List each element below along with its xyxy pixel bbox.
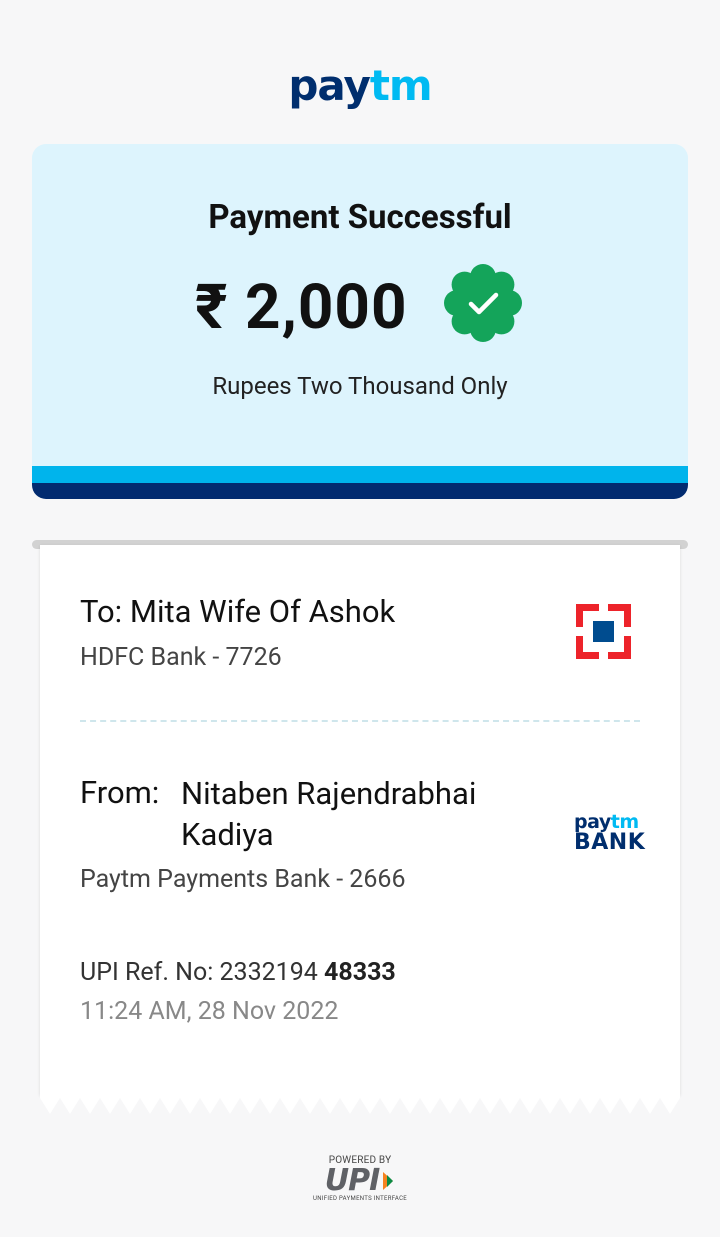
recipient-line: To: Mita Wife Of Ashok xyxy=(80,592,395,632)
upi-ref-suffix: 48333 xyxy=(324,958,396,987)
sender-name: Nitaben Rajendrabhai Kadiya xyxy=(181,775,477,853)
sender-bank: Paytm Payments Bank - 2666 xyxy=(80,865,406,894)
upi-arrow-icon xyxy=(383,1172,394,1190)
payment-status-title: Payment Successful xyxy=(208,198,512,237)
payment-amount: ₹ 2,000 xyxy=(195,271,408,344)
verified-check-icon xyxy=(444,264,522,342)
upi-reference: UPI Ref. No: 2332194 48333 xyxy=(80,957,396,989)
transaction-timestamp: 11:24 AM, 28 Nov 2022 xyxy=(80,997,339,1026)
upi-ref-prefix: 2332194 xyxy=(219,958,318,987)
paytm-logo: paytm xyxy=(0,58,720,114)
paytm-bank-logo-word: BANK xyxy=(574,830,646,855)
recipient-name: Mita Wife Of Ashok xyxy=(129,593,396,630)
upi-ref-label: UPI Ref. No: xyxy=(80,958,214,987)
paytm-bank-logo: paytm BANK xyxy=(574,813,646,855)
receipt-torn-edge xyxy=(40,1094,680,1114)
upi-full-name: UNIFIED PAYMENTS INTERFACE xyxy=(313,1195,407,1202)
upi-powered-by: POWERED BY UPI UNIFIED PAYMENTS INTERFAC… xyxy=(300,1155,420,1203)
card-stripe-light xyxy=(32,466,688,483)
recipient-label: To: xyxy=(80,593,123,630)
recipient-bank: HDFC Bank - 7726 xyxy=(80,643,282,672)
paytm-logo-tm: tm xyxy=(369,61,433,110)
upi-logo-text: UPI xyxy=(324,1163,381,1198)
upi-logo: UPI xyxy=(300,1163,420,1198)
paytm-logo-pay: pay xyxy=(288,61,370,110)
amount-in-words: Rupees Two Thousand Only xyxy=(212,372,508,400)
hdfc-logo-icon xyxy=(576,604,631,659)
section-divider xyxy=(80,720,640,722)
card-stripe-dark xyxy=(32,483,688,499)
sender-label: From: xyxy=(80,774,160,811)
